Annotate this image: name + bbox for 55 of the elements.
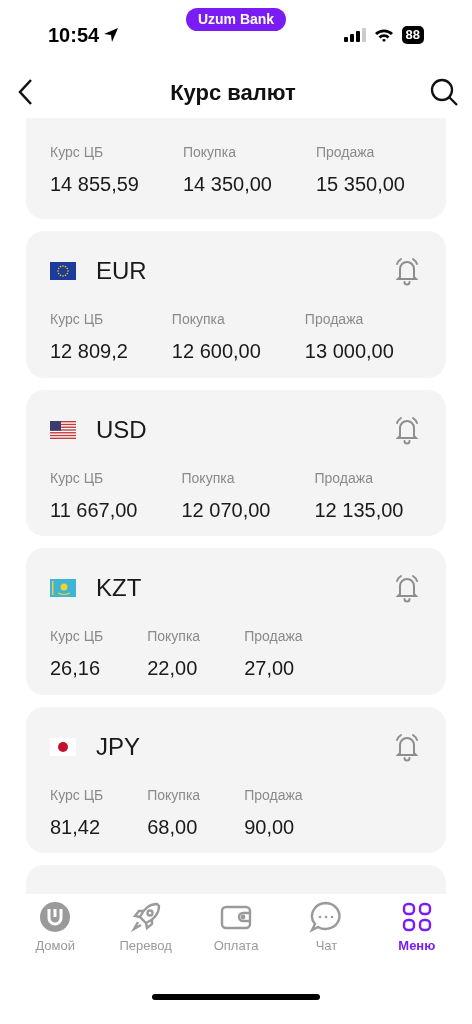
clock-time: 10:54 <box>48 23 100 48</box>
rate-value: 13 000,00 <box>304 339 394 364</box>
tab-item[interactable]: Перевод <box>100 900 191 956</box>
column-label: Покупка <box>171 310 226 329</box>
column-label: Покупка <box>147 785 201 805</box>
rate-value: 90,00 <box>244 814 296 840</box>
rate-value: 12 600,00 <box>171 339 261 364</box>
chat-icon <box>309 900 344 934</box>
rate-value: 68,00 <box>147 814 199 840</box>
column-label: Продажа <box>244 627 303 647</box>
app-badge: Uzum Bank <box>185 7 287 31</box>
tab-item[interactable]: Домой <box>10 900 101 956</box>
rate-value: 15 350,00 <box>315 172 405 197</box>
column-label: Продажа <box>244 785 303 805</box>
rocket-icon <box>128 900 163 934</box>
flag-icon <box>50 262 76 280</box>
rate-value: 14 855,59 <box>50 172 139 197</box>
flag-icon <box>50 579 76 598</box>
rate-value: 22,00 <box>147 656 199 682</box>
rate-value: 11 667,00 <box>50 497 138 523</box>
rate-value: 12 135,00 <box>314 497 404 523</box>
battery-level: 88 <box>401 26 424 44</box>
column-label: Покупка <box>147 627 201 647</box>
currency-code: EUR <box>96 256 148 286</box>
flag-icon <box>50 737 76 756</box>
back-icon <box>17 78 33 106</box>
flag-icon <box>50 420 76 439</box>
column-label: Продажа <box>314 468 374 488</box>
rate-value: 14 350,00 <box>183 172 272 197</box>
tab-item[interactable]: Оплата <box>190 900 282 956</box>
home-icon <box>38 900 73 934</box>
column-label: Покупка <box>183 143 237 162</box>
column-label: Курс ЦБ <box>50 468 105 488</box>
signal-icon <box>343 28 366 42</box>
rate-value: 12 809,2 <box>50 339 128 364</box>
search-icon <box>429 77 459 107</box>
currency-code: KZT <box>96 573 143 604</box>
tab-item[interactable]: Меню <box>371 900 463 956</box>
rate-value: 27,00 <box>244 656 296 682</box>
location-arrow-icon <box>103 27 120 43</box>
wifi-icon <box>373 27 394 43</box>
rate-value: 26,16 <box>50 656 102 682</box>
column-label: Курс ЦБ <box>50 310 105 329</box>
currency-code: JPY <box>96 731 141 762</box>
currency-code: USD <box>96 414 148 445</box>
column-label: Покупка <box>181 468 236 488</box>
column-label: Курс ЦБ <box>50 627 104 647</box>
column-label: Курс ЦБ <box>50 785 104 805</box>
tab-item[interactable]: Чат <box>281 900 372 956</box>
column-label: Продажа <box>304 310 365 329</box>
column-label: Продажа <box>315 143 376 162</box>
column-label: Курс ЦБ <box>50 143 105 162</box>
rate-value: 81,42 <box>50 814 102 840</box>
page-title: Курс валют <box>169 78 297 107</box>
rate-value: 12 070,00 <box>181 497 271 523</box>
